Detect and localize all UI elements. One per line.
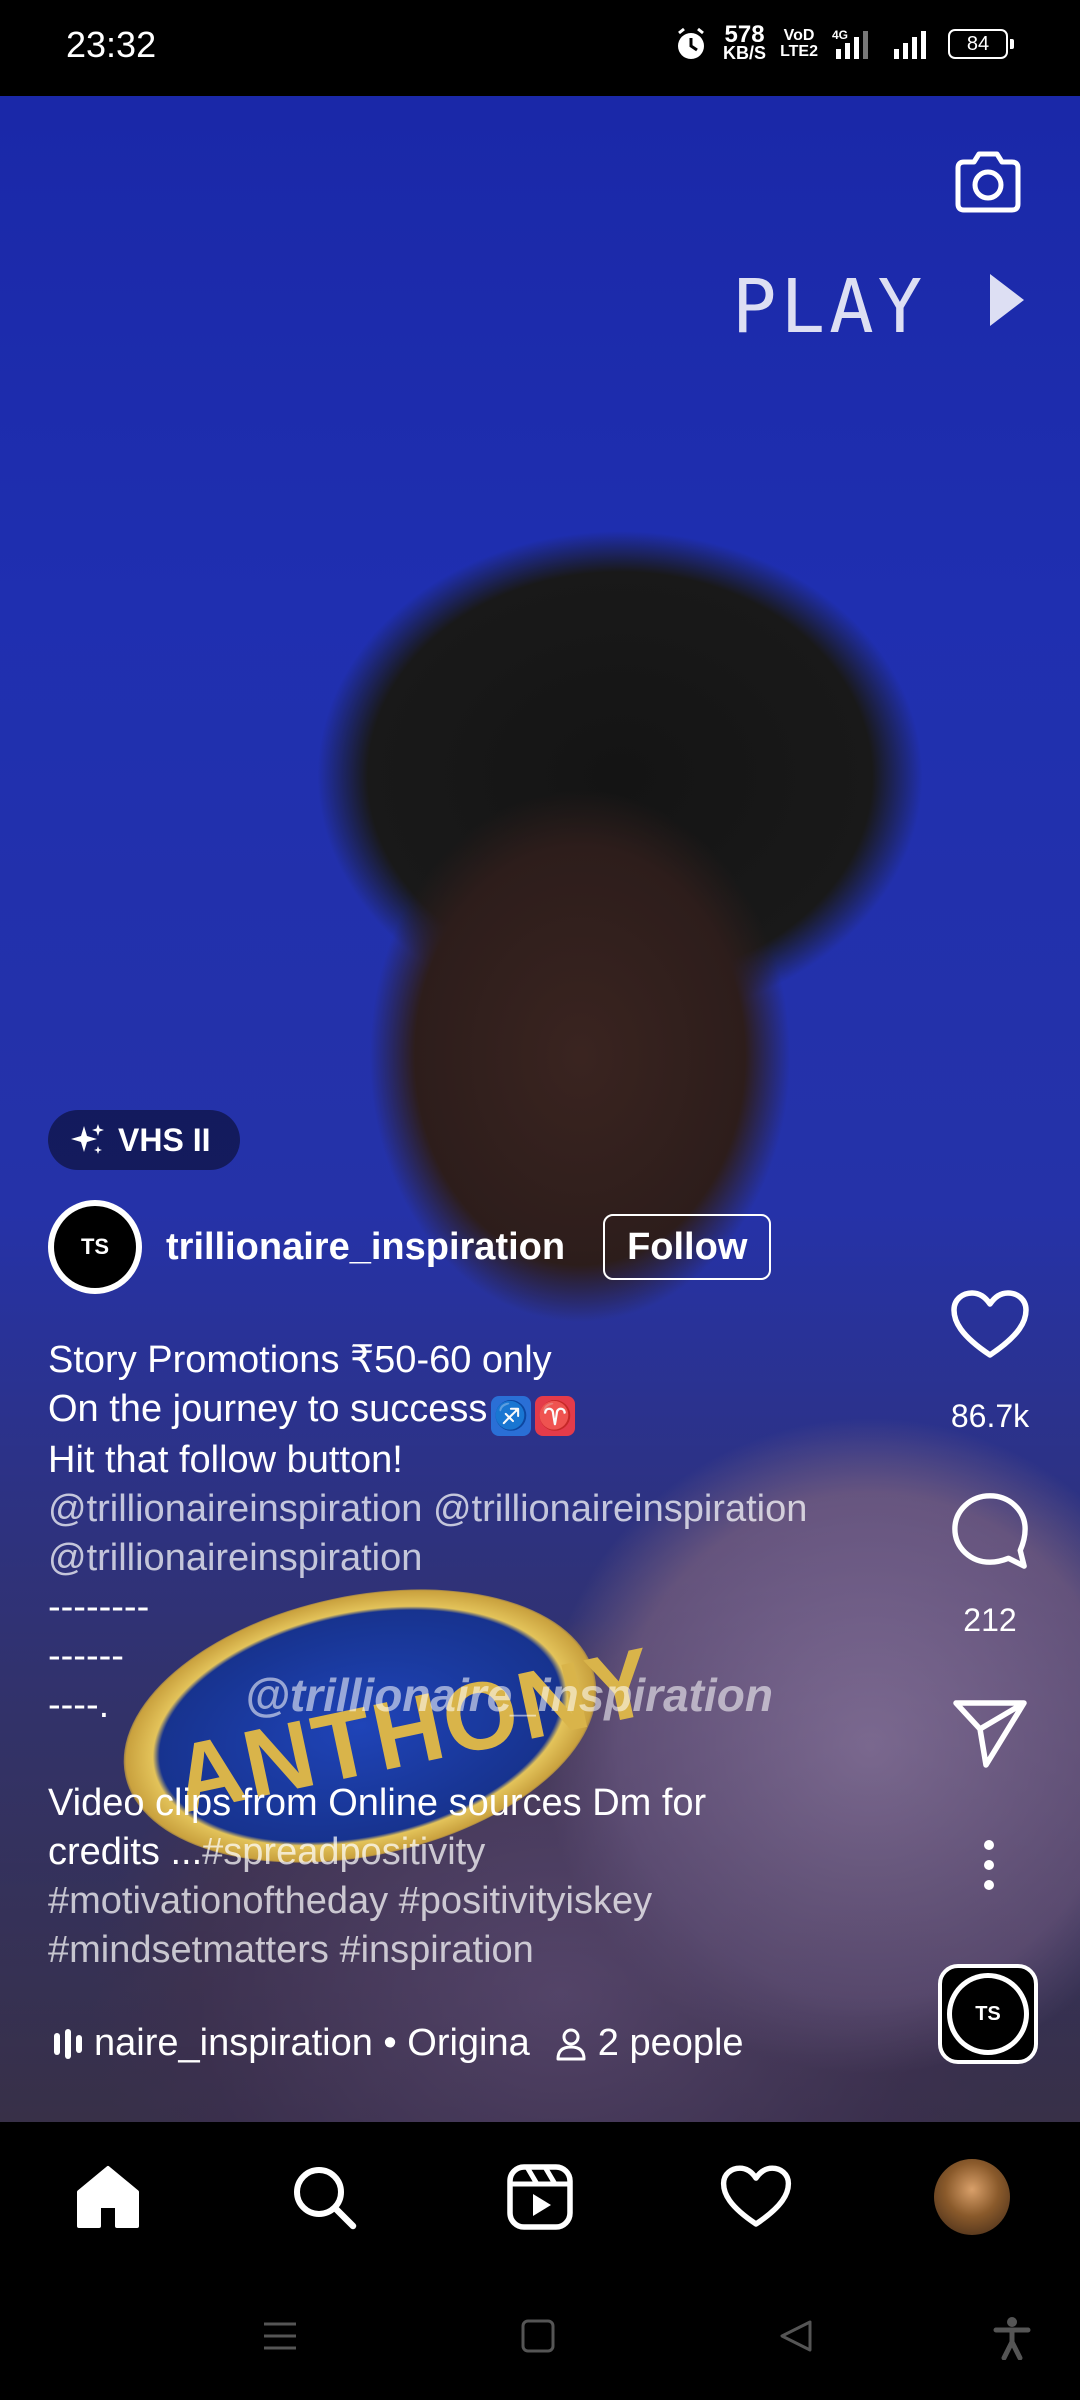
caption-line: Video clips from Online sources Dm for bbox=[48, 1782, 707, 1824]
author-avatar[interactable]: TS bbox=[48, 1200, 142, 1294]
sparkles-icon bbox=[71, 1124, 104, 1154]
person-icon bbox=[556, 2028, 586, 2060]
home-square-icon[interactable] bbox=[520, 2318, 556, 2354]
system-navigation-bar bbox=[0, 2272, 1080, 2400]
author-row: TS trillionaire_inspiration Follow bbox=[48, 1200, 772, 1294]
caption-line: Hit that follow button! bbox=[48, 1439, 403, 1481]
accessibility-icon[interactable] bbox=[992, 2316, 1032, 2360]
status-time: 23:32 bbox=[66, 24, 157, 65]
caption[interactable]: Story Promotions ₹50-60 only On the jour… bbox=[48, 1336, 908, 1975]
caption-line: Story Promotions ₹50-60 only bbox=[48, 1339, 552, 1381]
heart-icon bbox=[951, 1290, 1029, 1358]
nav-profile[interactable] bbox=[932, 2157, 1012, 2237]
network-speed: 578 KB/S bbox=[723, 21, 767, 63]
vhs-play-text: PLAY bbox=[732, 264, 927, 350]
camera-button[interactable] bbox=[950, 144, 1026, 220]
status-bar: 23:32 578 KB/S VoD LTE2 4G 84 bbox=[0, 0, 1080, 96]
people-tag[interactable]: 2 people bbox=[554, 2022, 744, 2065]
people-count: 2 people bbox=[597, 2022, 744, 2064]
comment-count: 212 bbox=[963, 1602, 1017, 1638]
avatar bbox=[934, 2159, 1010, 2235]
audio-track: naire_inspiration • Origina bbox=[94, 2022, 530, 2064]
camera-icon bbox=[955, 151, 1021, 213]
share-button[interactable] bbox=[950, 1695, 1030, 1771]
menu-icon[interactable] bbox=[262, 2318, 298, 2354]
nav-home[interactable] bbox=[68, 2157, 148, 2237]
author-username[interactable]: trillionaire_inspiration bbox=[166, 1226, 565, 1269]
caption-line: ----. bbox=[48, 1684, 110, 1726]
signal-2-icon bbox=[894, 31, 926, 59]
battery-indicator: 84 bbox=[948, 29, 1014, 59]
caption-line: credits ...#spreadpositivity bbox=[48, 1831, 486, 1873]
caption-line: -------- bbox=[48, 1586, 150, 1628]
hashtag-line[interactable]: #mindsetmatters #inspiration bbox=[48, 1926, 908, 1975]
audio-thumbnail-text: TS bbox=[952, 1978, 1024, 2050]
nav-reels[interactable] bbox=[500, 2157, 580, 2237]
caption-line: On the journey to success ♐ ♈ bbox=[48, 1385, 908, 1436]
author-avatar-text: TS bbox=[54, 1206, 136, 1288]
audio-row[interactable]: naire_inspiration • Origina 2 people bbox=[54, 2022, 744, 2065]
effect-label: VHS II bbox=[118, 1121, 211, 1158]
reels-icon bbox=[507, 2164, 573, 2230]
bottom-navigation bbox=[0, 2122, 1080, 2272]
hashtag[interactable]: #spreadpositivity bbox=[202, 1831, 485, 1873]
audio-thumbnail-logo: TS bbox=[947, 1973, 1029, 2055]
nav-search[interactable] bbox=[284, 2157, 364, 2237]
effect-chip[interactable]: VHS II bbox=[48, 1110, 241, 1170]
like-button[interactable] bbox=[950, 1285, 1030, 1365]
svg-text:4G: 4G bbox=[832, 28, 848, 42]
play-triangle-icon bbox=[990, 274, 1024, 326]
heart-icon bbox=[720, 2165, 792, 2227]
home-icon bbox=[77, 2166, 139, 2228]
caption-mention[interactable]: @trillionaireinspiration @trillionairein… bbox=[48, 1485, 908, 1534]
hashtag-line[interactable]: #motivationoftheday #positivityiskey bbox=[48, 1877, 908, 1926]
caption-mention[interactable]: @trillionaireinspiration bbox=[48, 1534, 908, 1583]
audio-bars-icon bbox=[54, 2028, 82, 2059]
follow-button[interactable]: Follow bbox=[603, 1214, 772, 1280]
alarm-icon bbox=[678, 27, 705, 59]
sagittarius-emoji: ♐ bbox=[491, 1396, 532, 1436]
search-icon bbox=[294, 2167, 357, 2230]
like-count: 86.7k bbox=[950, 1398, 1030, 1434]
aries-emoji: ♈ bbox=[535, 1396, 576, 1436]
more-vertical-icon[interactable] bbox=[984, 1840, 996, 1890]
carrier-indicator: VoD LTE2 bbox=[780, 27, 818, 60]
status-icons: 578 KB/S VoD LTE2 4G 84 bbox=[673, 21, 1014, 63]
send-icon bbox=[953, 1700, 1027, 1768]
signal-1-icon: 4G bbox=[832, 28, 868, 59]
back-icon[interactable] bbox=[778, 2318, 814, 2354]
caption-line: ------ bbox=[48, 1635, 124, 1677]
audio-thumbnail[interactable]: TS bbox=[938, 1964, 1038, 2064]
nav-activity[interactable] bbox=[716, 2157, 796, 2237]
comment-button[interactable] bbox=[950, 1488, 1030, 1572]
comment-icon bbox=[952, 1493, 1028, 1569]
